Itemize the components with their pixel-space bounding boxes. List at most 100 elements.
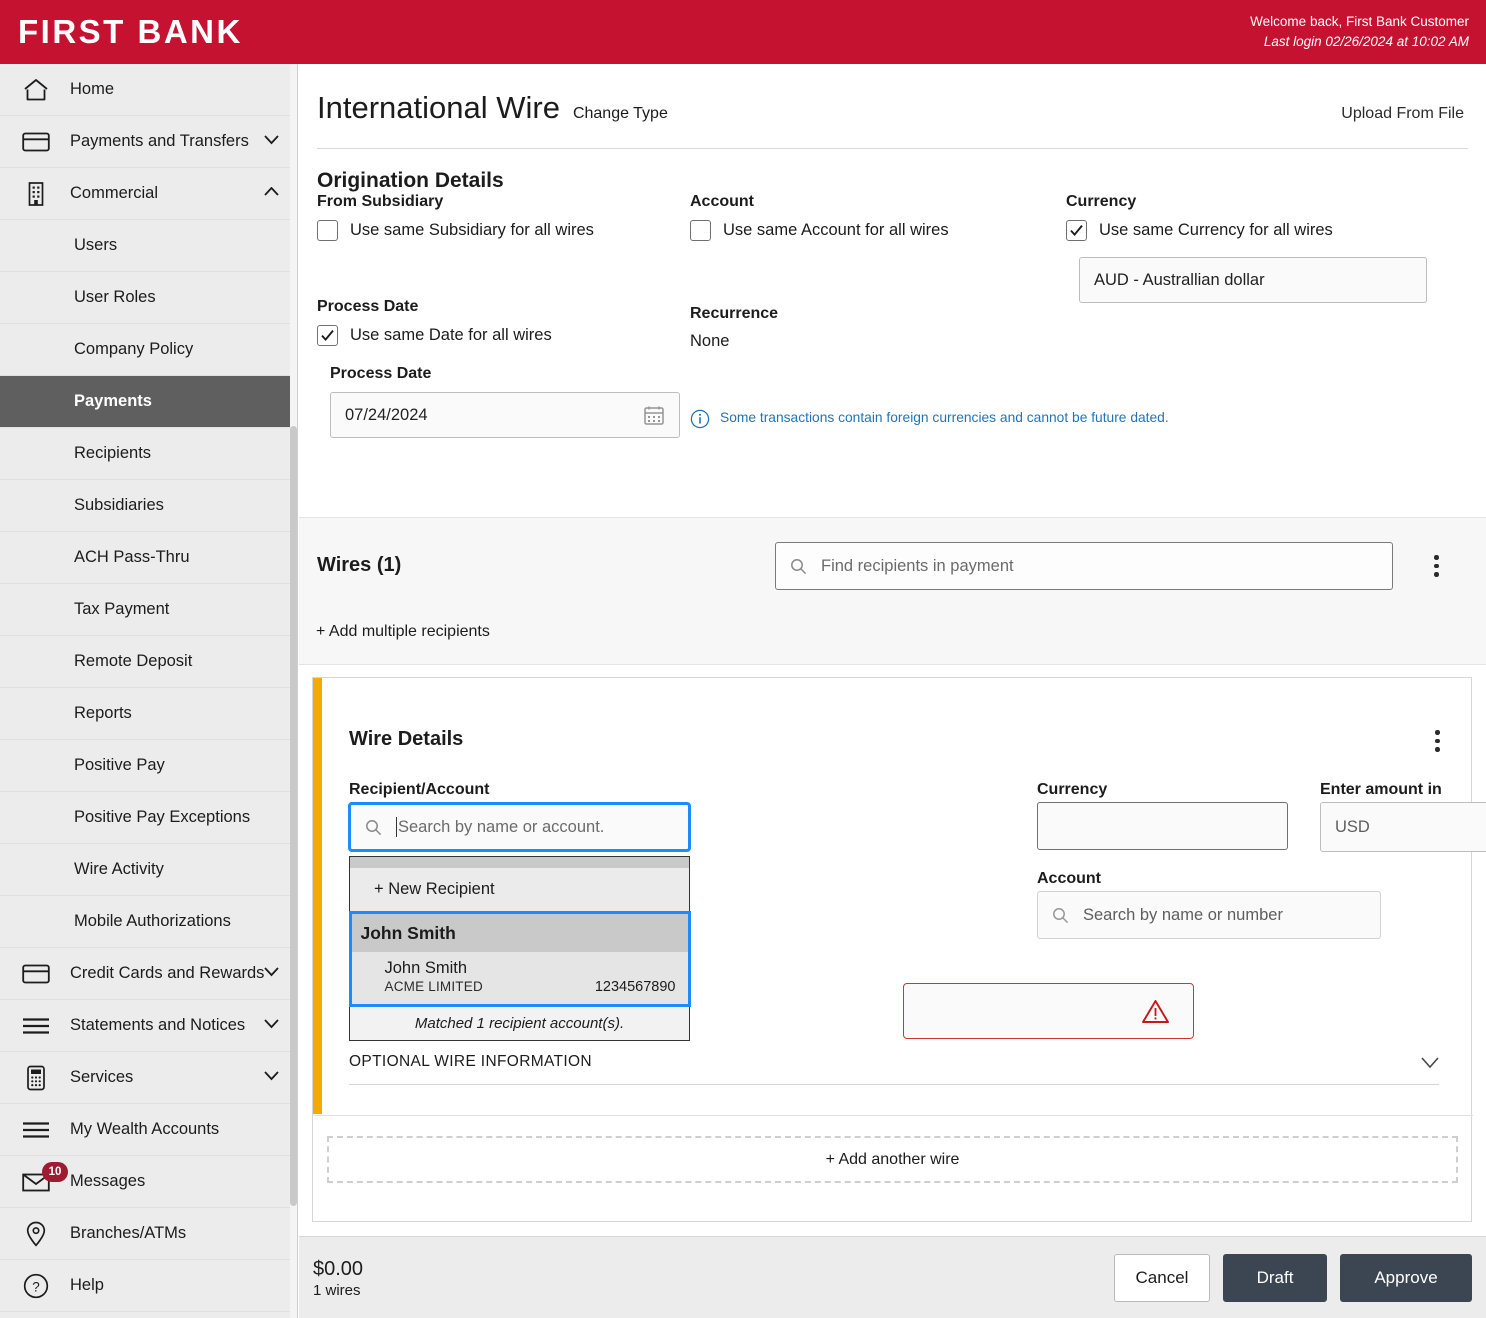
sidebar-item-branches-atms[interactable]: Branches/ATMs (0, 1208, 297, 1260)
wire-account-placeholder: Search by name or number (1083, 905, 1283, 924)
sidebar-item-commercial[interactable]: Commercial (0, 168, 297, 220)
footer-totals: $0.00 1 wires (313, 1257, 363, 1299)
new-recipient-option[interactable]: + New Recipient (350, 868, 689, 911)
list-icon (16, 1121, 56, 1139)
sidebar-item-mobile-authorizations[interactable]: Mobile Authorizations (0, 896, 297, 948)
sidebar-item-label: Company Policy (74, 340, 194, 358)
origination-details-grid: From Subsidiary Use same Subsidiary for … (299, 193, 1486, 493)
sidebar-item-tax-payment[interactable]: Tax Payment (0, 584, 297, 636)
sidebar-item-payments-and-transfers[interactable]: Payments and Transfers (0, 116, 297, 168)
svg-text:?: ? (32, 1279, 40, 1294)
question-icon: ? (16, 1273, 56, 1299)
sidebar-item-users[interactable]: Users (0, 220, 297, 272)
cancel-button[interactable]: Cancel (1114, 1253, 1210, 1302)
messages-badge: 10 (42, 1162, 68, 1182)
recipient-option-org: ACME LIMITED (384, 979, 483, 994)
wire-account-search-input[interactable]: Search by name or number (1037, 891, 1381, 939)
find-recipients-placeholder: Find recipients in payment (821, 556, 1014, 575)
sidebar-item-ach-pass-thru[interactable]: ACH Pass-Thru (0, 532, 297, 584)
optional-wire-information-label: OPTIONAL WIRE INFORMATION (349, 1053, 592, 1070)
recurrence-value: None (690, 332, 730, 350)
validation-error-field[interactable] (903, 983, 1194, 1039)
recipient-group-highlighted[interactable]: John Smith John Smith ACME LIMITED 12345… (348, 911, 691, 1007)
sidebar-item-positive-pay[interactable]: Positive Pay (0, 740, 297, 792)
sidebar-item-label: Positive Pay Exceptions (74, 808, 251, 826)
find-recipients-input[interactable]: Find recipients in payment (775, 542, 1393, 590)
draft-button[interactable]: Draft (1223, 1253, 1327, 1302)
recipient-search-input[interactable]: Search by name or account. (348, 802, 691, 852)
list-icon (16, 1017, 56, 1035)
wires-band: Wires (1) Find recipients in payment + A… (299, 517, 1486, 665)
process-date-input[interactable]: 07/24/2024 (330, 392, 680, 438)
chevron-down-icon[interactable] (264, 135, 279, 148)
wire-overflow-menu-icon[interactable] (1435, 730, 1440, 752)
sidebar-scrollbar-thumb[interactable] (290, 426, 297, 1206)
use-same-currency-row[interactable]: Use same Currency for all wires (1066, 220, 1427, 241)
page-header: International Wire Change Type Upload Fr… (299, 64, 1486, 126)
sidebar-item-home[interactable]: Home (0, 64, 297, 116)
sidebar-item-statements-and-notices[interactable]: Statements and Notices (0, 1000, 297, 1052)
optional-wire-information-section[interactable]: OPTIONAL WIRE INFORMATION (349, 1053, 1439, 1085)
sidebar-nav[interactable]: Home Payments and Transfers Commercial User… (0, 64, 298, 1318)
sidebar-item-wire-activity[interactable]: Wire Activity (0, 844, 297, 896)
use-same-date-checkbox[interactable] (317, 325, 338, 346)
origination-column-currency: Currency Use same Currency for all wires… (1066, 193, 1427, 303)
sidebar-item-messages[interactable]: 10 Messages (0, 1156, 297, 1208)
sidebar-item-recipients[interactable]: Recipients (0, 428, 297, 480)
wire-currency-input[interactable] (1037, 802, 1288, 850)
enter-amount-in-label: Enter amount in (1320, 781, 1442, 798)
recurrence-label: Recurrence (690, 305, 779, 322)
recipient-option[interactable]: John Smith ACME LIMITED 1234567890 (351, 952, 688, 1004)
chevron-up-icon[interactable] (264, 187, 279, 200)
use-same-subsidiary-checkbox[interactable] (317, 220, 338, 241)
footer-bar: $0.00 1 wires Cancel Draft Approve (299, 1236, 1486, 1318)
sidebar-item-label: Home (70, 80, 115, 98)
sidebar-item-help[interactable]: ? Help (0, 1260, 297, 1312)
process-date-value: 07/24/2024 (345, 405, 428, 424)
sidebar-item-credit-cards-and-rewards[interactable]: Credit Cards and Rewards (0, 948, 297, 1000)
origination-column-subsidiary: From Subsidiary Use same Subsidiary for … (317, 193, 680, 438)
sidebar-item-reports[interactable]: Reports (0, 688, 297, 740)
chevron-down-icon[interactable] (264, 967, 279, 980)
sidebar-item-label: Messages (70, 1172, 146, 1190)
add-multiple-recipients-link[interactable]: + Add multiple recipients (316, 623, 490, 641)
upload-from-file-link[interactable]: Upload From File (1341, 105, 1464, 123)
use-same-date-row[interactable]: Use same Date for all wires (317, 325, 680, 346)
chevron-down-icon[interactable] (1421, 1056, 1439, 1069)
recipient-dropdown[interactable]: + New Recipient John Smith John Smith AC… (348, 856, 691, 1041)
process-date-field-label: Process Date (330, 365, 432, 382)
currency-select[interactable]: AUD - Australlian dollar (1079, 257, 1427, 303)
bank-logo: FIRST BANK (18, 13, 243, 50)
approve-button[interactable]: Approve (1340, 1253, 1472, 1302)
sidebar-item-services[interactable]: Services (0, 1052, 297, 1104)
recipient-option-name: John Smith (384, 959, 468, 977)
sidebar-item-my-wealth-accounts[interactable]: My Wealth Accounts (0, 1104, 297, 1156)
add-another-wire-button[interactable]: + Add another wire (327, 1136, 1458, 1183)
sidebar-item-label: Services (70, 1068, 134, 1086)
map-pin-icon (16, 1221, 56, 1247)
chevron-down-icon[interactable] (264, 1019, 279, 1032)
use-same-currency-checkbox[interactable] (1066, 220, 1087, 241)
sidebar-item-label: Tax Payment (74, 600, 170, 618)
recipient-account-label: Recipient/Account (349, 781, 490, 798)
chevron-down-icon[interactable] (264, 1071, 279, 1084)
sidebar-item-subsidiaries[interactable]: Subsidiaries (0, 480, 297, 532)
use-same-account-checkbox[interactable] (690, 220, 711, 241)
sidebar-item-remote-deposit[interactable]: Remote Deposit (0, 636, 297, 688)
sidebar-item-payments[interactable]: Payments (0, 376, 297, 428)
calendar-icon[interactable] (643, 404, 665, 426)
sidebar-item-positive-pay-exceptions[interactable]: Positive Pay Exceptions (0, 792, 297, 844)
sidebar-item-company-policy[interactable]: Company Policy (0, 324, 297, 376)
change-type-link[interactable]: Change Type (573, 105, 668, 123)
enter-amount-in-select[interactable]: USD (1320, 802, 1486, 852)
sidebar-item-label: Branches/ATMs (70, 1224, 187, 1242)
use-same-currency-label: Use same Currency for all wires (1099, 221, 1333, 239)
wire-details-card: Wire Details Recipient/Account Search by… (312, 677, 1486, 1222)
wires-overflow-menu-icon[interactable] (1434, 555, 1439, 577)
sidebar-item-user-roles[interactable]: User Roles (0, 272, 297, 324)
main-content: International Wire Change Type Upload Fr… (299, 64, 1486, 1318)
dropdown-top-strip (350, 857, 689, 868)
use-same-subsidiary-row[interactable]: Use same Subsidiary for all wires (317, 220, 680, 241)
sidebar-scrollbar-track[interactable] (290, 64, 297, 1318)
warning-icon (1142, 999, 1169, 1024)
